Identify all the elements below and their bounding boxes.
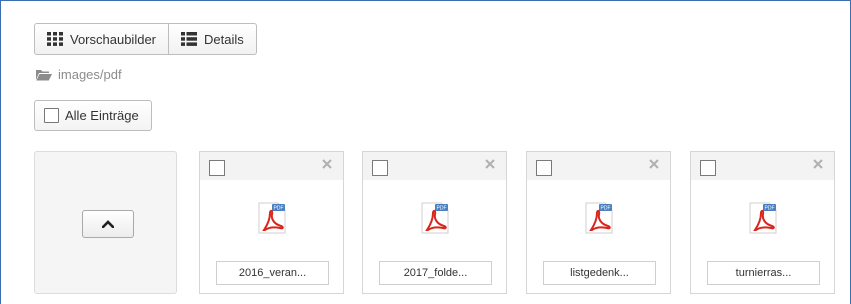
file-tile-header <box>691 152 834 180</box>
thumbnails-view-button[interactable]: Vorschaubilder <box>34 23 169 55</box>
file-tile-header <box>527 152 670 180</box>
breadcrumb: images/pdf <box>36 67 122 82</box>
file-select-checkbox[interactable] <box>372 160 388 176</box>
file-tile-header <box>200 152 343 180</box>
svg-text:PDF: PDF <box>765 206 775 212</box>
thumbnails-view-label: Vorschaubilder <box>70 31 156 47</box>
grid-icon <box>47 32 63 46</box>
pdf-file-icon: PDF <box>585 202 613 234</box>
file-tile[interactable]: PDF 2017_folde... <box>362 151 507 294</box>
details-view-label: Details <box>204 31 244 47</box>
pdf-file-icon: PDF <box>258 202 286 234</box>
select-all-checkbox[interactable] <box>44 108 59 123</box>
file-name-label: 2017_folde... <box>379 261 492 285</box>
svg-text:PDF: PDF <box>274 206 284 212</box>
delete-icon[interactable] <box>320 157 334 171</box>
file-select-checkbox[interactable] <box>209 160 225 176</box>
media-manager-panel: Vorschaubilder Details images/pdf Alle E… <box>0 0 851 304</box>
file-select-checkbox[interactable] <box>536 160 552 176</box>
file-tile[interactable]: PDF turnierras... <box>690 151 835 294</box>
file-tile-header <box>363 152 506 180</box>
list-icon <box>181 32 197 46</box>
parent-folder-button[interactable] <box>82 210 134 238</box>
pdf-file-icon: PDF <box>749 202 777 234</box>
delete-icon[interactable] <box>483 157 497 171</box>
details-view-button[interactable]: Details <box>169 23 257 55</box>
delete-icon[interactable] <box>647 157 661 171</box>
select-all-button[interactable]: Alle Einträge <box>34 100 152 131</box>
folder-open-icon <box>36 69 52 80</box>
file-tile[interactable]: PDF 2016_veran... <box>199 151 344 294</box>
file-name-label: turnierras... <box>707 261 820 285</box>
svg-text:PDF: PDF <box>601 206 611 212</box>
svg-text:PDF: PDF <box>437 206 447 212</box>
file-select-checkbox[interactable] <box>700 160 716 176</box>
breadcrumb-path: images/pdf <box>58 67 122 82</box>
file-name-label: 2016_veran... <box>216 261 329 285</box>
view-toggle-group: Vorschaubilder Details <box>34 23 257 55</box>
select-all-label: Alle Einträge <box>65 108 139 123</box>
file-name-label: listgedenk... <box>543 261 656 285</box>
pdf-file-icon: PDF <box>421 202 449 234</box>
delete-icon[interactable] <box>811 157 825 171</box>
chevron-up-icon <box>102 220 114 228</box>
file-tile[interactable]: PDF listgedenk... <box>526 151 671 294</box>
parent-folder-tile <box>34 151 177 294</box>
